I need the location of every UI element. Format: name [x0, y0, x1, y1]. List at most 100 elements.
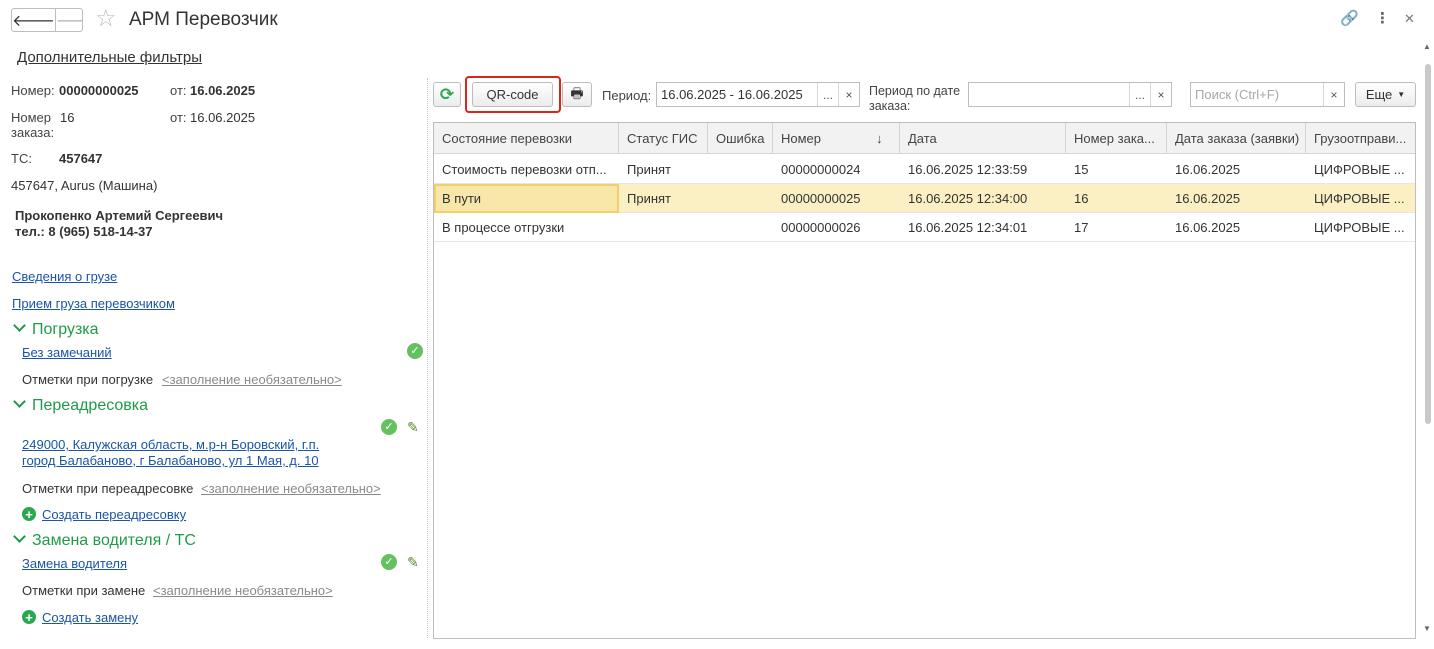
loading-notes-label: Отметки при погрузке	[22, 372, 154, 387]
driver-change-section-header[interactable]: Замена водителя / ТС	[13, 530, 196, 551]
scroll-up-arrow-icon[interactable]: ▲	[1423, 42, 1431, 51]
period-clear-button[interactable]: ×	[838, 83, 859, 106]
table-cell: 00000000024	[781, 162, 861, 177]
driver-phone: тел.: 8 (965) 518-14-37	[15, 224, 153, 239]
period-by-order-select-button[interactable]: ...	[1129, 83, 1150, 106]
redirect-section-title: Переадресовка	[32, 397, 149, 414]
vertical-scrollbar[interactable]: ▲ ▼	[1422, 40, 1434, 638]
table-cell: 00000000025	[781, 191, 861, 206]
order-number-label-line2: заказа:	[11, 125, 55, 140]
period-by-order-field[interactable]: ... ×	[968, 82, 1172, 107]
more-button[interactable]: Еще ▼	[1355, 82, 1416, 107]
cargo-accept-link[interactable]: Прием груза перевозчиком	[12, 296, 175, 311]
forward-arrow-icon[interactable]: 🡒	[54, 9, 82, 31]
vehicle-value: 457647	[59, 151, 103, 166]
check-icon: ✓	[381, 419, 397, 435]
table-cell: 00000000026	[781, 220, 861, 235]
column-header-gis-status[interactable]: Статус ГИС	[619, 123, 708, 154]
dropdown-arrow-icon: ▼	[1397, 90, 1406, 99]
redirect-notes-input[interactable]: <заполнение необязательно>	[201, 481, 381, 496]
column-header-date[interactable]: Дата	[900, 123, 1066, 154]
table-cell: 16.06.2025	[1175, 220, 1241, 235]
number-date-label: от:	[170, 83, 187, 98]
search-input[interactable]: Поиск (Ctrl+F)	[1191, 87, 1323, 102]
back-arrow-icon[interactable]: 🡐	[12, 9, 55, 31]
loading-section-header[interactable]: Погрузка	[13, 319, 99, 340]
loading-notes-input[interactable]: <заполнение необязательно>	[162, 372, 342, 387]
edit-pencil-icon[interactable]: ✎	[407, 419, 419, 435]
table-cell: 17	[1074, 220, 1089, 235]
favorite-star-icon[interactable]: ☆	[95, 5, 117, 33]
print-button[interactable]: 🖶	[562, 82, 592, 107]
column-header-shipper[interactable]: Грузоотправи...	[1306, 123, 1415, 154]
check-icon: ✓	[407, 343, 423, 359]
chevron-down-icon	[13, 395, 26, 408]
table-cell: ЦИФРОВЫЕ ...	[1314, 191, 1405, 206]
table-cell: ЦИФРОВЫЕ ...	[1314, 220, 1405, 235]
table-row[interactable]: Стоимость перевозки отп... Принят 000000…	[434, 155, 1415, 184]
create-replacement-link[interactable]: Создать замену	[42, 610, 138, 625]
table-cell-current[interactable]: В пути	[434, 184, 619, 213]
check-icon: ✓	[381, 554, 397, 570]
scrollbar-thumb[interactable]	[1425, 64, 1431, 424]
vehicle-description: 457647, Aurus (Машина)	[11, 178, 158, 193]
qr-code-button[interactable]: QR-code	[472, 82, 553, 107]
navigation-buttons: 🡐 🡒	[11, 8, 83, 32]
redirect-address-line1[interactable]: 249000, Калужская область, м.р-н Боровск…	[22, 437, 319, 452]
redirect-section-header[interactable]: Переадресовка	[13, 395, 149, 416]
table-cell: В процессе отгрузки	[442, 220, 565, 235]
add-icon: +	[22, 610, 36, 624]
table-cell: 16	[1074, 191, 1089, 206]
printer-icon: 🖶	[570, 84, 584, 101]
chevron-down-icon	[13, 530, 26, 543]
period-by-order-clear-button[interactable]: ×	[1150, 83, 1171, 106]
shipments-table: Состояние перевозки Статус ГИС Ошибка Но…	[433, 122, 1416, 639]
loading-no-remarks-link[interactable]: Без замечаний	[22, 345, 112, 360]
scroll-down-arrow-icon[interactable]: ▼	[1423, 624, 1431, 633]
column-header-order-number[interactable]: Номер зака...	[1066, 123, 1167, 154]
driver-change-link[interactable]: Замена водителя	[22, 556, 127, 571]
driver-change-notes-input[interactable]: <заполнение необязательно>	[153, 583, 333, 598]
table-cell: 16.06.2025 12:34:01	[908, 220, 1028, 235]
additional-filters-link[interactable]: Дополнительные фильтры	[17, 49, 202, 66]
period-field[interactable]: 16.06.2025 - 16.06.2025 ... ×	[656, 82, 860, 107]
column-header-error[interactable]: Ошибка	[708, 123, 773, 154]
table-header: Состояние перевозки Статус ГИС Ошибка Но…	[434, 123, 1415, 154]
vehicle-label: ТС:	[11, 151, 32, 166]
more-menu-icon[interactable]: ⋮	[1375, 9, 1390, 29]
create-redirect-link[interactable]: Создать переадресовку	[42, 507, 186, 522]
edit-pencil-icon[interactable]: ✎	[407, 554, 419, 570]
search-field[interactable]: Поиск (Ctrl+F) ×	[1190, 82, 1345, 107]
panel-splitter[interactable]	[427, 78, 428, 638]
column-header-state[interactable]: Состояние перевозки	[434, 123, 619, 154]
table-row[interactable]: В процессе отгрузки 00000000026 16.06.20…	[434, 213, 1415, 242]
more-button-label: Еще	[1365, 87, 1393, 102]
table-row-selected[interactable]: В пути Принят 00000000025 16.06.2025 12:…	[434, 184, 1415, 213]
table-cell: Принят	[627, 191, 672, 206]
table-cell: 16.06.2025 12:33:59	[908, 162, 1028, 177]
sort-descending-icon: ↓	[876, 131, 883, 146]
link-icon[interactable]: 🔗	[1340, 9, 1359, 29]
refresh-icon: ⟳	[439, 84, 455, 104]
search-clear-button[interactable]: ×	[1323, 83, 1344, 106]
period-select-button[interactable]: ...	[817, 83, 838, 106]
table-cell: Стоимость перевозки отп...	[442, 162, 607, 177]
number-date-value: 16.06.2025	[190, 83, 256, 98]
order-number-label: Номер	[11, 110, 52, 125]
chevron-down-icon	[13, 319, 26, 332]
cargo-info-link[interactable]: Сведения о грузе	[12, 269, 117, 284]
table-cell: Принят	[627, 162, 672, 177]
number-value: 00000000025	[59, 83, 139, 98]
window-title: АРМ Перевозчик	[129, 9, 278, 30]
table-cell	[708, 184, 773, 213]
close-icon[interactable]: ✕	[1404, 9, 1415, 29]
column-header-order-date[interactable]: Дата заказа (заявки)	[1167, 123, 1306, 154]
driver-change-notes-label: Отметки при замене	[22, 583, 146, 598]
period-input[interactable]: 16.06.2025 - 16.06.2025	[657, 87, 817, 102]
order-date-value: 16.06.2025	[190, 110, 256, 125]
table-cell	[619, 213, 708, 242]
order-date-label: от:	[170, 110, 187, 125]
redirect-address-line2[interactable]: город Балабаново, г Балабаново, ул 1 Мая…	[22, 453, 319, 468]
refresh-button[interactable]: ⟳	[433, 82, 461, 107]
period-by-order-label-line2: заказа:	[869, 99, 911, 113]
